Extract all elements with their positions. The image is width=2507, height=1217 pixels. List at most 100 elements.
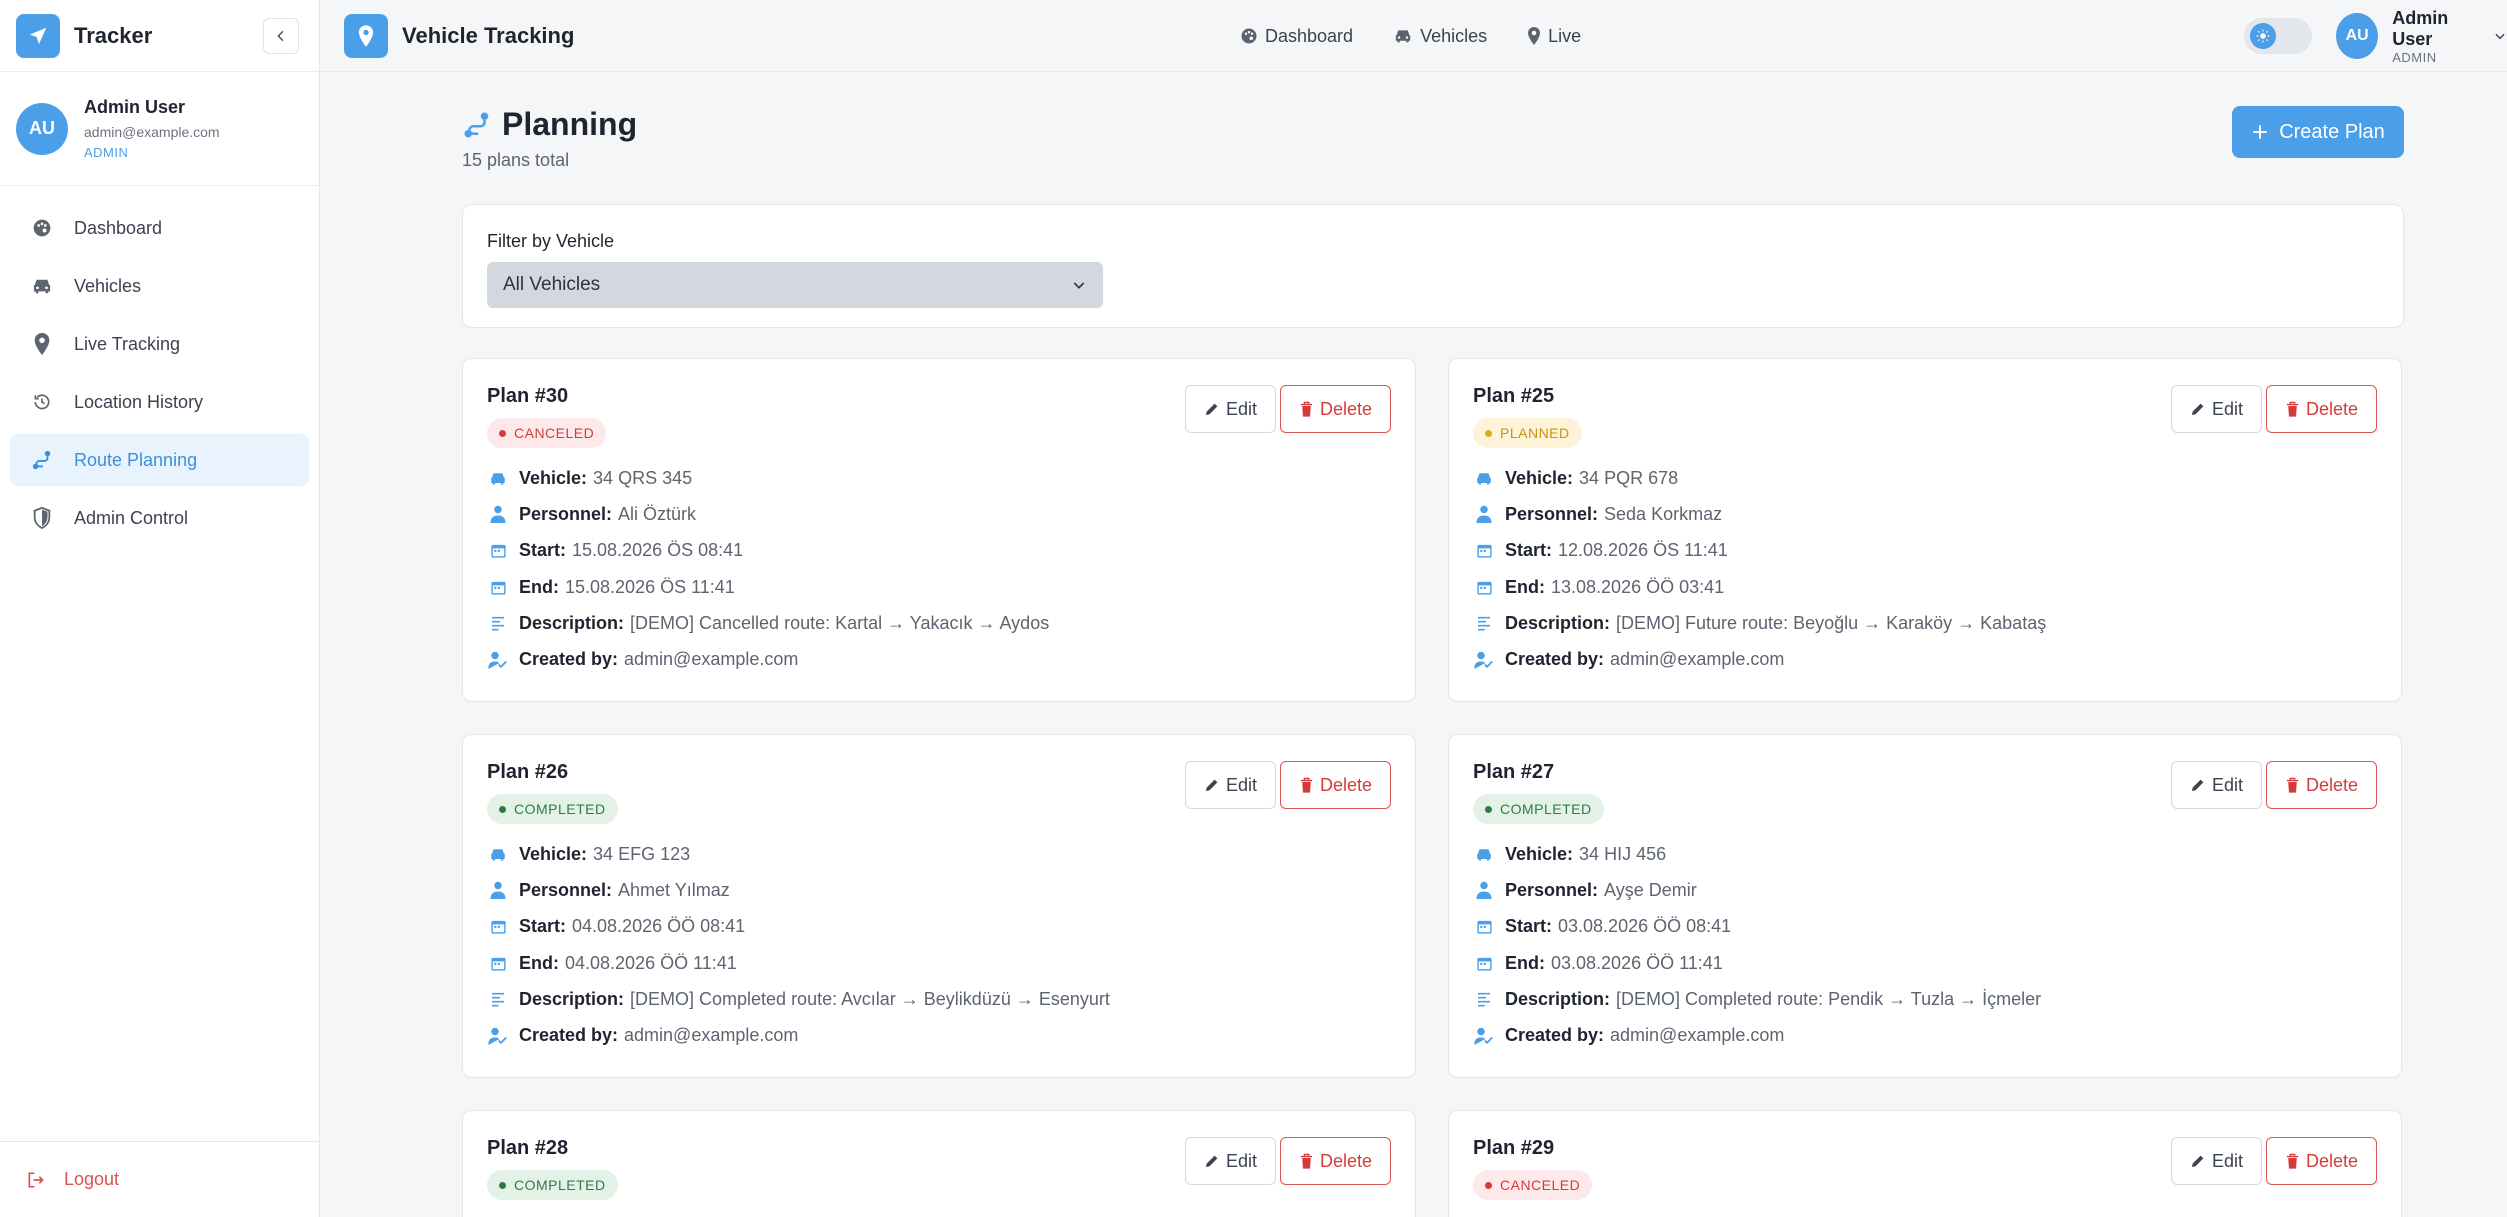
filter-selected-value: All Vehicles — [503, 274, 601, 295]
calendar-icon — [487, 542, 509, 559]
app-title: Vehicle Tracking — [402, 22, 575, 48]
trash-icon — [1299, 777, 1314, 794]
user-icon — [487, 881, 509, 900]
top-nav-vehicles[interactable]: Vehicles — [1393, 26, 1487, 47]
filter-label: Filter by Vehicle — [487, 231, 615, 251]
trash-icon — [1299, 401, 1314, 418]
top-nav: Dashboard Vehicles Live — [1240, 0, 1621, 72]
main-content: Planning 15 plans total Create Plan Filt… — [462, 72, 2404, 1217]
top-nav-live[interactable]: Live — [1527, 26, 1581, 47]
edit-button[interactable]: Edit — [1184, 1137, 1276, 1185]
status-badge: COMPLETED — [487, 1170, 618, 1200]
detail-personnel: Personnel: Seda Korkmaz — [1473, 496, 2377, 532]
detail-description: Description: [DEMO] Future route: Beyoğlu… — [1473, 605, 2377, 641]
delete-button[interactable]: Delete — [2265, 761, 2377, 809]
map-pin-icon — [1527, 27, 1541, 45]
delete-button[interactable]: Delete — [1279, 385, 1391, 433]
sidebar-item-label: Dashboard — [74, 217, 163, 238]
edit-button[interactable]: Edit — [2170, 1137, 2262, 1185]
top-brand: Vehicle Tracking — [344, 13, 575, 58]
detail-end: End: 03.08.2026 ÖÖ 11:41 — [1473, 945, 2377, 981]
detail-description: Description: [DEMO] Cancelled route: Kart… — [487, 605, 1391, 641]
detail-vehicle: Vehicle: 34 PQR 678 — [1473, 460, 2377, 496]
edit-button[interactable]: Edit — [1184, 385, 1276, 433]
detail-personnel: Personnel: Ayşe Demir — [1473, 872, 2377, 908]
page-title: Planning — [502, 106, 638, 142]
detail-vehicle: Vehicle: 34 HIJ 456 — [1473, 836, 2377, 872]
user-email: admin@example.com — [84, 124, 220, 140]
status-badge: CANCELED — [487, 418, 607, 448]
navigation-arrow-icon[interactable] — [16, 13, 60, 58]
user-check-icon — [1473, 1027, 1495, 1045]
car-icon — [1393, 28, 1413, 44]
detail-start: Start: 03.08.2026 ÖÖ 08:41 — [1473, 909, 2377, 945]
avatar: AU — [16, 102, 68, 155]
sidebar-item-label: Admin Control — [74, 507, 189, 528]
car-icon — [1473, 847, 1495, 862]
plan-card: Plan #25 PLANNED Edit Delete Vehicle: 34 … — [1448, 358, 2402, 702]
delete-button[interactable]: Delete — [1279, 761, 1391, 809]
plan-card: Plan #30 CANCELED Edit Delete Vehicle: 34… — [462, 358, 1416, 702]
user-check-icon — [487, 651, 509, 669]
delete-button[interactable]: Delete — [1279, 1137, 1391, 1185]
sun-icon — [2250, 23, 2276, 49]
page-header: Planning 15 plans total Create Plan — [462, 72, 2404, 204]
chevron-down-icon — [1071, 277, 1087, 293]
sidebar-item-live-tracking[interactable]: Live Tracking — [10, 318, 309, 370]
top-user-menu[interactable]: AU Admin User ADMIN — [2336, 0, 2507, 72]
filter-card: Filter by Vehicle All Vehicles — [462, 204, 2404, 328]
trash-icon — [2285, 401, 2300, 418]
edit-button[interactable]: Edit — [1184, 761, 1276, 809]
detail-created-by: Created by: admin@example.com — [487, 641, 1391, 677]
detail-created-by: Created by: admin@example.com — [487, 1017, 1391, 1053]
user-role: ADMIN — [84, 145, 129, 160]
history-icon — [30, 392, 54, 412]
sidebar: Tracker AU Admin User admin@example.com … — [0, 0, 320, 1217]
pencil-icon — [1204, 777, 1220, 793]
calendar-icon — [487, 918, 509, 935]
detail-start: Start: 12.08.2026 ÖS 11:41 — [1473, 533, 2377, 569]
trash-icon — [2285, 777, 2300, 794]
delete-button[interactable]: Delete — [2265, 1137, 2377, 1185]
logout-label: Logout — [64, 1169, 120, 1189]
sidebar-item-label: Location History — [74, 391, 204, 412]
calendar-icon — [1473, 918, 1495, 935]
map-pin-icon[interactable] — [344, 13, 388, 58]
sidebar-item-admin-control[interactable]: Admin Control — [10, 492, 309, 544]
user-icon — [487, 505, 509, 524]
car-icon — [1473, 471, 1495, 486]
user-name: Admin User — [84, 97, 186, 117]
plans-grid: Plan #30 CANCELED Edit Delete Vehicle: 34… — [462, 358, 2404, 1217]
sidebar-item-route-planning[interactable]: Route Planning — [10, 434, 309, 486]
sidebar-item-location-history[interactable]: Location History — [10, 376, 309, 428]
top-nav-dashboard[interactable]: Dashboard — [1240, 26, 1353, 47]
status-badge: PLANNED — [1473, 418, 1582, 448]
plan-card: Plan #26 COMPLETED Edit Delete Vehicle: 3… — [462, 734, 1416, 1078]
sidebar-item-dashboard[interactable]: Dashboard — [10, 202, 309, 254]
chevron-down-icon — [2493, 29, 2507, 43]
detail-end: End: 13.08.2026 ÖÖ 03:41 — [1473, 569, 2377, 605]
create-plan-label: Create Plan — [2279, 120, 2385, 143]
edit-button[interactable]: Edit — [2170, 761, 2262, 809]
car-icon — [487, 471, 509, 486]
detail-start: Start: 04.08.2026 ÖÖ 08:41 — [487, 909, 1391, 945]
palette-icon — [1240, 27, 1258, 45]
palette-icon — [30, 218, 54, 238]
detail-vehicle: Vehicle: 34 QRS 345 — [487, 460, 1391, 496]
sidebar-item-label: Route Planning — [74, 449, 198, 470]
logout-button[interactable]: Logout — [0, 1141, 320, 1217]
text-align-icon — [487, 991, 509, 1007]
collapse-sidebar-button[interactable] — [263, 17, 299, 54]
text-align-icon — [1473, 991, 1495, 1007]
theme-toggle[interactable] — [2244, 18, 2312, 54]
top-nav-label: Dashboard — [1265, 25, 1354, 46]
calendar-icon — [1473, 542, 1495, 559]
top-user-role: ADMIN — [2392, 49, 2437, 65]
delete-button[interactable]: Delete — [2265, 385, 2377, 433]
create-plan-button[interactable]: Create Plan — [2232, 106, 2404, 158]
edit-button[interactable]: Edit — [2170, 385, 2262, 433]
sidebar-item-vehicles[interactable]: Vehicles — [10, 260, 309, 312]
route-icon — [462, 110, 492, 140]
plan-card: Plan #28 COMPLETED Edit Delete — [462, 1110, 1416, 1217]
vehicle-filter-select[interactable]: All Vehicles — [487, 262, 1103, 308]
